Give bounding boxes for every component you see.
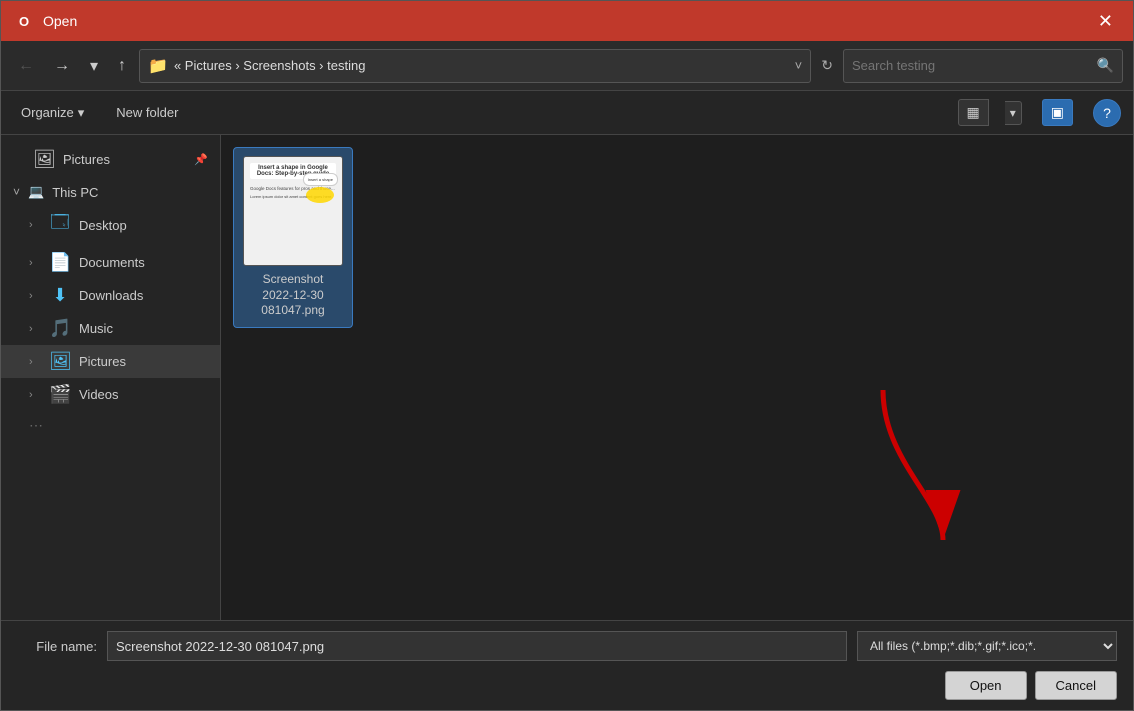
address-path: « Pictures › Screenshots › testing [174,58,789,73]
videos-icon: 🎬 [49,384,71,405]
documents-icon: 📄 [49,252,71,273]
pin-icon: 📌 [194,153,208,166]
search-input[interactable] [852,58,1097,73]
navbar: ← → ▾ ↑ 📁 « Pictures › Screenshots › tes… [1,41,1133,91]
sidebar-this-pc[interactable]: ˅ 💻 This PC [1,176,220,204]
file-item[interactable]: Insert a shape in Google Docs: Step-by-s… [233,147,353,328]
this-pc-label: This PC [52,185,98,200]
dropdown-button[interactable]: ▾ [83,52,105,80]
pictures-folder-icon: 🖼 [49,351,71,372]
pictures-icon: 🖼 [33,149,55,170]
file-type-select[interactable]: All files (*.bmp;*.dib;*.gif;*.ico;*. [857,631,1117,661]
file-name: Screenshot2022-12-30081047.png [261,272,324,319]
open-button[interactable]: Open [945,671,1027,700]
this-pc-icon: 💻 [28,184,44,200]
pictures-label: Pictures [79,354,208,369]
downloads-icon: ⬇ [49,285,71,306]
sidebar-item-videos[interactable]: › 🎬 Videos [1,378,220,411]
main-area: 🖼 Pictures 📌 ˅ 💻 This PC › 🗔 Desktop › 📄 [1,135,1133,620]
expand-icon: › [29,389,41,401]
cancel-button[interactable]: Cancel [1035,671,1117,700]
open-dialog: O Open ✕ ← → ▾ ↑ 📁 « Pictures › Screensh… [0,0,1134,711]
view-chevron-button[interactable]: ▾ [1005,101,1022,125]
videos-label: Videos [79,387,208,402]
refresh-button[interactable]: ↻ [817,53,837,78]
downloads-label: Downloads [79,288,208,303]
help-button[interactable]: ? [1093,99,1121,127]
file-name-input[interactable] [107,631,847,661]
pane-button[interactable]: ▣ [1042,99,1073,126]
dialog-buttons: Open Cancel [17,671,1117,700]
documents-label: Documents [79,255,208,270]
desktop-label: Desktop [79,218,208,233]
titlebar: O Open ✕ [1,1,1133,41]
music-label: Music [79,321,208,336]
dialog-title: Open [43,13,1090,29]
address-bar[interactable]: 📁 « Pictures › Screenshots › testing ˅ [139,49,811,83]
organize-chevron-icon: ▾ [78,105,85,121]
address-chevron-icon[interactable]: ˅ [795,58,803,73]
file-area[interactable]: Insert a shape in Google Docs: Step-by-s… [221,135,1133,620]
sidebar-label: Pictures [63,152,186,167]
back-button[interactable]: ← [11,53,41,79]
sidebar-item-music[interactable]: › 🎵 Music [1,312,220,345]
sidebar-item-pictures[interactable]: › 🖼 Pictures [1,345,220,378]
toolbar: Organize ▾ New folder ▦ ▾ ▣ ? [1,91,1133,135]
sidebar: 🖼 Pictures 📌 ˅ 💻 This PC › 🗔 Desktop › 📄 [1,135,221,620]
sidebar-item-more[interactable]: ⋯ [1,411,220,440]
up-button[interactable]: ↑ [111,53,133,79]
red-arrow [803,380,963,560]
new-folder-button[interactable]: New folder [108,101,186,124]
organize-button[interactable]: Organize ▾ [13,101,92,125]
sidebar-item-desktop[interactable]: › 🗔 Desktop [1,204,220,246]
expand-icon: › [29,290,41,302]
app-icon: O [13,10,35,32]
sidebar-item-downloads[interactable]: › ⬇ Downloads [1,279,220,312]
music-icon: 🎵 [49,318,71,339]
desktop-icon: 🗔 [49,210,71,240]
expand-chevron-icon: ˅ [13,185,20,199]
file-name-label: File name: [17,639,97,654]
file-thumbnail: Insert a shape in Google Docs: Step-by-s… [243,156,343,266]
sidebar-item-documents[interactable]: › 📄 Documents [1,246,220,279]
svg-text:O: O [19,14,29,29]
forward-button[interactable]: → [47,53,77,79]
close-button[interactable]: ✕ [1090,7,1121,36]
expand-icon: › [29,356,41,368]
file-name-row: File name: All files (*.bmp;*.dib;*.gif;… [17,631,1117,661]
sidebar-item-pictures-pinned[interactable]: 🖼 Pictures 📌 [1,143,220,176]
expand-icon: › [29,219,41,231]
bottom-bar: File name: All files (*.bmp;*.dib;*.gif;… [1,620,1133,710]
expand-icon: › [29,257,41,269]
search-icon: 🔍 [1097,57,1114,74]
search-bar[interactable]: 🔍 [843,49,1123,83]
view-icon: ▦ [967,104,980,121]
organize-label: Organize [21,105,74,120]
view-button[interactable]: ▦ [958,99,989,126]
folder-icon: 📁 [148,56,168,76]
expand-icon: › [29,323,41,335]
